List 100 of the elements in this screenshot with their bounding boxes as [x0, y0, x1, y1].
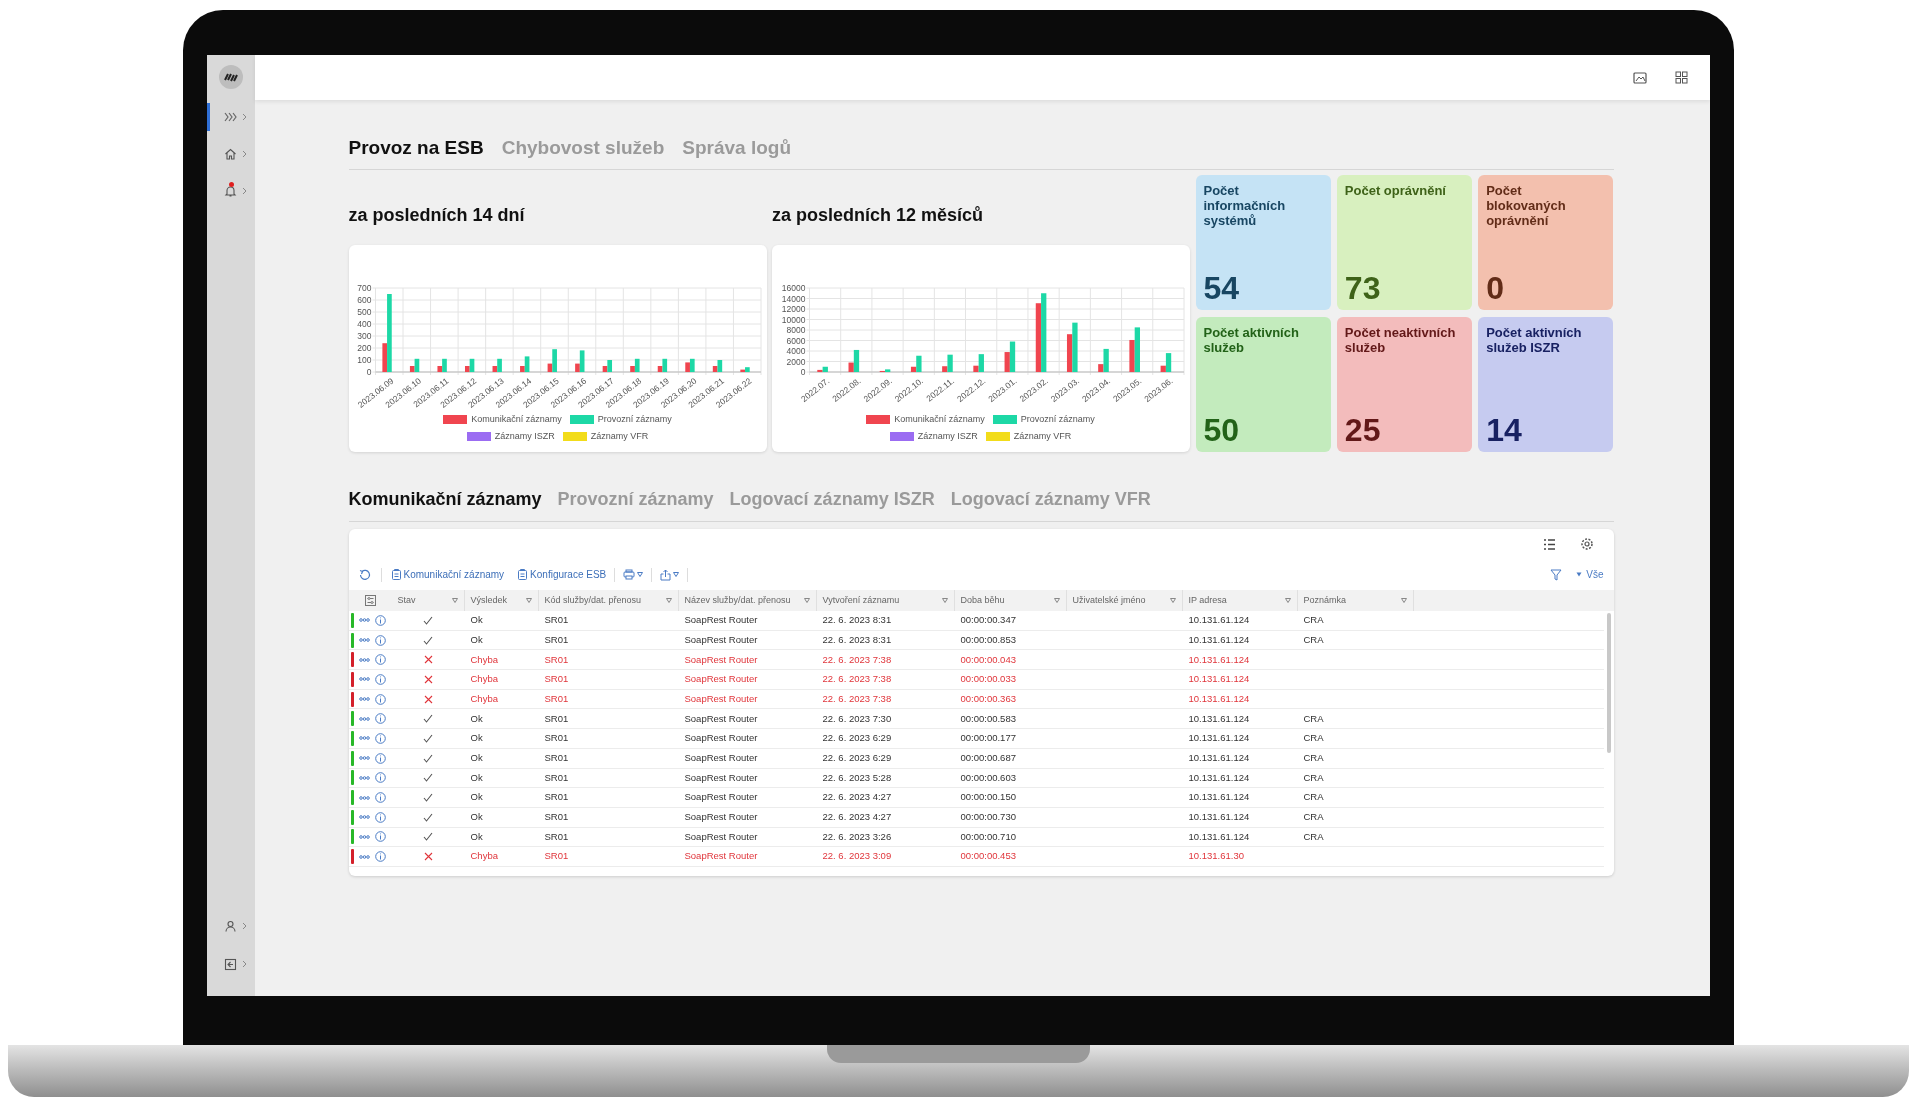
- column-settings-icon[interactable]: [364, 595, 376, 606]
- bell-icon: [223, 184, 237, 198]
- tab[interactable]: Komunikační záznamy: [348, 490, 542, 508]
- filter-icon[interactable]: [1053, 598, 1060, 603]
- axis-label: 200: [356, 343, 371, 353]
- cross-icon: [423, 674, 433, 684]
- more-icon[interactable]: [358, 657, 370, 662]
- table-cell: 10.131.61.124: [1188, 811, 1250, 823]
- card-title: Počet oprávnění: [1344, 183, 1447, 198]
- table-cell: CRA: [1303, 633, 1324, 645]
- filter-icon[interactable]: [1400, 598, 1407, 603]
- caret-down-icon: [637, 572, 644, 577]
- info-icon[interactable]: [374, 792, 386, 804]
- table-cell: Ok: [470, 752, 483, 764]
- table-cell: CRA: [1303, 712, 1324, 724]
- info-icon[interactable]: [374, 713, 386, 725]
- filter-icon[interactable]: [525, 598, 532, 603]
- info-icon[interactable]: [374, 772, 386, 784]
- column-header[interactable]: Stav: [391, 590, 465, 611]
- column-header[interactable]: Doba běhu: [954, 590, 1067, 611]
- tab[interactable]: Provoz na ESB: [348, 135, 484, 157]
- more-icon[interactable]: [358, 834, 370, 839]
- info-icon[interactable]: [374, 752, 386, 764]
- more-icon[interactable]: [358, 795, 370, 800]
- chevron-right-icon: [241, 187, 247, 195]
- card-value: 54: [1203, 272, 1241, 304]
- more-icon[interactable]: [358, 716, 370, 721]
- filter-icon[interactable]: [1284, 598, 1291, 603]
- column-header[interactable]: IP adresa: [1182, 590, 1298, 611]
- info-icon[interactable]: [374, 831, 386, 843]
- info-icon[interactable]: [374, 634, 386, 646]
- legend-label: Záznamy ISZR: [917, 429, 978, 443]
- export-dropdown[interactable]: [660, 568, 680, 581]
- table-cell: Ok: [470, 732, 483, 744]
- toolbar-button[interactable]: Komunikační záznamy: [391, 567, 505, 582]
- table-cell: SR01: [544, 732, 569, 744]
- filter-icon[interactable]: [1169, 598, 1176, 603]
- printer-icon: [623, 569, 636, 580]
- table-cell: 00:00:00.033: [960, 673, 1016, 685]
- clipboard-icon: [391, 569, 401, 580]
- table-cell: 10.131.61.124: [1188, 771, 1250, 783]
- table-cell: 00:00:00.177: [960, 732, 1016, 744]
- table-cell: 00:00:00.347: [960, 614, 1016, 626]
- table-cell: SoapRest Router: [684, 712, 758, 724]
- info-icon[interactable]: [374, 673, 386, 685]
- more-icon[interactable]: [358, 815, 370, 820]
- axis-label: 500: [356, 307, 371, 317]
- table-cell: SoapRest Router: [684, 811, 758, 823]
- column-header[interactable]: Výsledek: [464, 590, 539, 611]
- print-dropdown[interactable]: [623, 569, 644, 580]
- settings-icon[interactable]: [1579, 537, 1594, 551]
- info-icon[interactable]: [374, 732, 386, 744]
- more-icon[interactable]: [358, 677, 370, 682]
- list-icon[interactable]: [1542, 537, 1556, 551]
- filter-icon[interactable]: [665, 598, 672, 603]
- filter-icon[interactable]: [451, 598, 458, 603]
- filter-icon[interactable]: [803, 598, 810, 603]
- table-cell: CRA: [1303, 771, 1324, 783]
- table-cell: Ok: [470, 712, 483, 724]
- more-icon[interactable]: [358, 697, 370, 702]
- table-cell: SR01: [544, 830, 569, 842]
- table-cell: 22. 6. 2023 3:26: [822, 830, 892, 842]
- refresh-icon[interactable]: [358, 568, 371, 581]
- card-value: 25: [1344, 414, 1382, 446]
- column-header[interactable]: Vytvoření záznamu: [816, 590, 955, 611]
- column-header[interactable]: Kód služby/dat. přenosu: [538, 590, 679, 611]
- table-cell: SoapRest Router: [684, 633, 758, 645]
- more-icon[interactable]: [358, 756, 370, 761]
- table-cell: 10.131.61.124: [1188, 791, 1250, 803]
- info-icon[interactable]: [374, 614, 386, 626]
- more-icon[interactable]: [358, 775, 370, 780]
- info-icon[interactable]: [374, 693, 386, 705]
- scrollbar[interactable]: [1606, 613, 1611, 753]
- grid-icon[interactable]: [1674, 71, 1688, 84]
- table-cell: 22. 6. 2023 3:09: [822, 850, 892, 862]
- more-icon[interactable]: [358, 638, 370, 643]
- image-icon[interactable]: [1632, 71, 1647, 84]
- filter-dropdown[interactable]: Vše: [1576, 567, 1604, 582]
- more-icon[interactable]: [358, 854, 370, 859]
- more-icon[interactable]: [358, 736, 370, 741]
- table-cell: 22. 6. 2023 4:27: [822, 811, 892, 823]
- toolbar-button[interactable]: Konfigurace ESB: [518, 567, 607, 582]
- info-icon[interactable]: [374, 811, 386, 823]
- table-cell: 22. 6. 2023 7:38: [822, 673, 892, 685]
- info-icon[interactable]: [374, 654, 386, 666]
- table-cell: 10.131.61.124: [1188, 752, 1250, 764]
- filter-icon[interactable]: [1550, 568, 1563, 581]
- more-icon[interactable]: [358, 618, 370, 623]
- table-cell: 22. 6. 2023 7:38: [822, 692, 892, 704]
- filter-icon[interactable]: [941, 598, 948, 603]
- column-header[interactable]: Poznámka: [1297, 590, 1414, 611]
- table-cell: SoapRest Router: [684, 732, 758, 744]
- column-header[interactable]: Název služby/dat. přenosu: [678, 590, 817, 611]
- info-icon[interactable]: [374, 851, 386, 863]
- table-cell: 22. 6. 2023 5:28: [822, 771, 892, 783]
- axis-label: 300: [356, 331, 371, 341]
- column-header[interactable]: Uživatelské jméno: [1066, 590, 1183, 611]
- table-cell: SoapRest Router: [684, 830, 758, 842]
- table-cell: 22. 6. 2023 8:31: [822, 633, 892, 645]
- table-cell: 00:00:00.150: [960, 791, 1016, 803]
